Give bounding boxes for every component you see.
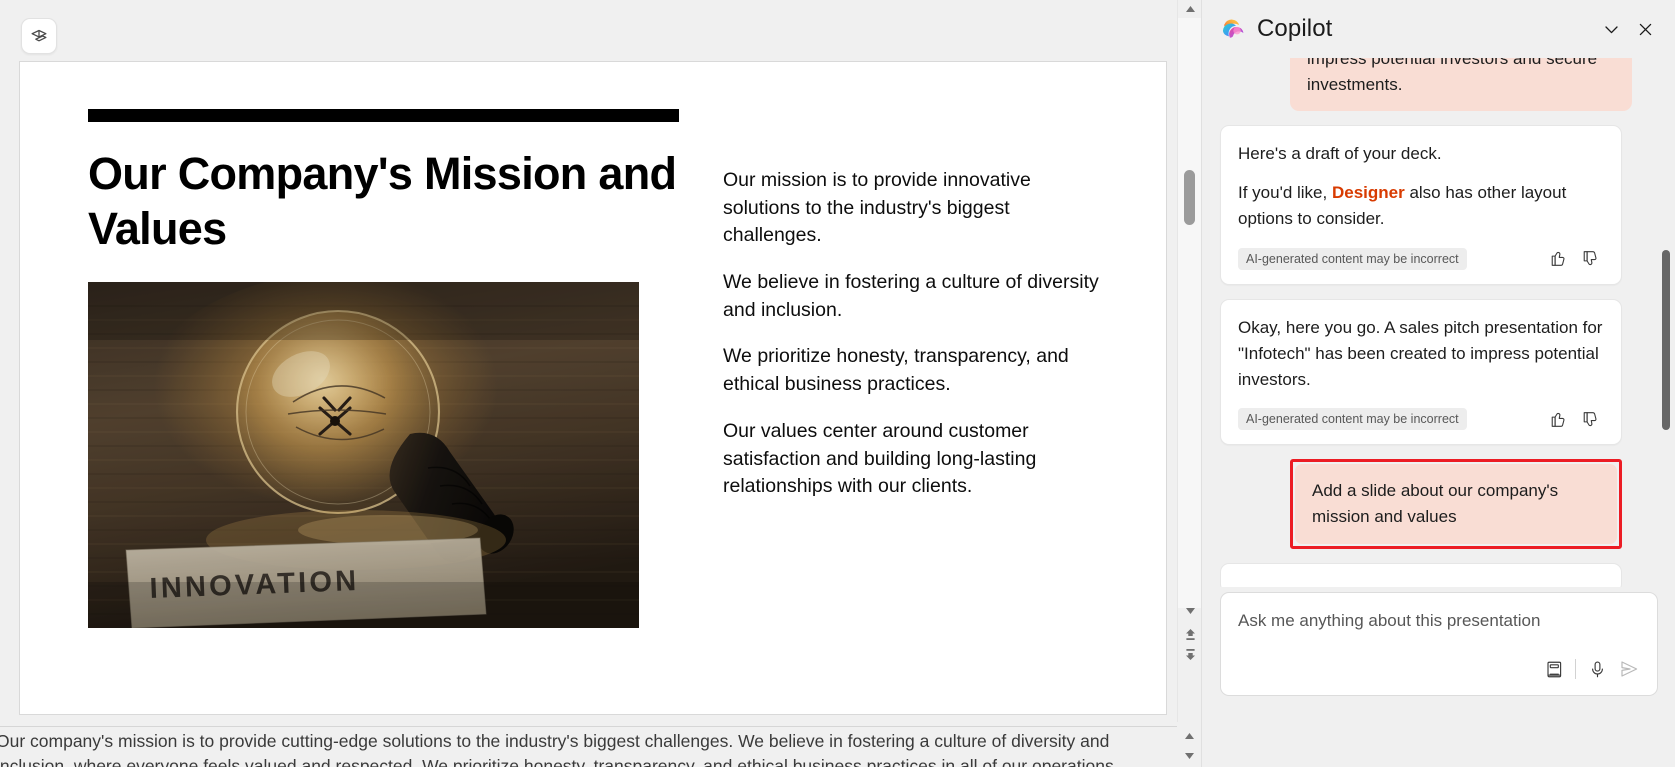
prompt-guide-button[interactable] bbox=[1538, 653, 1570, 685]
copilot-composer[interactable] bbox=[1220, 592, 1658, 696]
triangle-down-icon bbox=[1185, 608, 1195, 614]
speaker-notes-pane[interactable]: Our company's mission is to provide cutt… bbox=[0, 727, 1177, 767]
close-icon bbox=[1639, 23, 1651, 35]
chevron-down-icon bbox=[1604, 25, 1618, 33]
copilot-title: Copilot bbox=[1257, 15, 1333, 42]
slide-image[interactable]: INNOVATION bbox=[88, 282, 639, 628]
copilot-message-input[interactable] bbox=[1238, 611, 1638, 631]
ai-disclaimer-badge: AI-generated content may be incorrect bbox=[1238, 408, 1467, 431]
powerpoint-copilot-window: Our Company's Mission and Values INNOVAT… bbox=[0, 0, 1675, 767]
notes-scroll-up-button[interactable] bbox=[1177, 727, 1201, 745]
copilot-scrollbar-thumb[interactable] bbox=[1662, 250, 1670, 430]
assistant-message-footer: AI-generated content may be incorrect bbox=[1238, 245, 1604, 273]
copilot-close-button[interactable] bbox=[1628, 12, 1662, 46]
copilot-chat-list: for a tech startup called Infotech to im… bbox=[1202, 58, 1654, 587]
double-arrow-up-icon bbox=[1185, 628, 1195, 640]
assistant-paragraph: If you'd like, Designer also has other l… bbox=[1238, 180, 1604, 232]
copilot-header: Copilot bbox=[1202, 0, 1675, 58]
send-button[interactable] bbox=[1613, 653, 1645, 685]
slide-canvas[interactable]: Our Company's Mission and Values INNOVAT… bbox=[19, 61, 1167, 715]
copilot-collapse-button[interactable] bbox=[1594, 12, 1628, 46]
prompt-guide-book-icon bbox=[1546, 661, 1561, 677]
thumbs-down-icon bbox=[1583, 251, 1596, 266]
send-arrow-icon bbox=[1621, 661, 1638, 677]
scroll-up-button[interactable] bbox=[1178, 0, 1202, 18]
designer-brand-label[interactable]: Designer bbox=[1332, 183, 1405, 202]
microphone-button[interactable] bbox=[1581, 653, 1613, 685]
chat-message-assistant-partial bbox=[1220, 563, 1622, 587]
designer-ideas-icon bbox=[31, 29, 47, 42]
slide-paragraph: Our values center around customer satisf… bbox=[723, 419, 1037, 498]
thumbs-up-button[interactable] bbox=[1544, 245, 1572, 273]
designer-ideas-button[interactable] bbox=[21, 18, 57, 54]
thumbs-up-button[interactable] bbox=[1544, 405, 1572, 433]
title-accent-bar bbox=[88, 109, 679, 122]
slide-title[interactable]: Our Company's Mission and Values bbox=[88, 147, 688, 257]
slide-paragraph: We prioritize honesty, transparency, and… bbox=[723, 345, 1069, 396]
slide-scrollbar-track[interactable] bbox=[1178, 18, 1202, 608]
double-arrow-down-icon bbox=[1185, 648, 1195, 660]
chat-message-assistant: Okay, here you go. A sales pitch present… bbox=[1220, 298, 1622, 446]
assistant-message-footer: AI-generated content may be incorrect bbox=[1238, 405, 1604, 433]
speaker-notes-text[interactable]: Our company's mission is to provide cutt… bbox=[0, 729, 1177, 767]
notes-scroll-down-button[interactable] bbox=[1177, 747, 1201, 765]
previous-slide-button[interactable] bbox=[1178, 625, 1202, 643]
slide-scrollbar-thumb[interactable] bbox=[1184, 170, 1195, 225]
ai-disclaimer-badge: AI-generated content may be incorrect bbox=[1238, 247, 1467, 270]
copilot-logo-icon bbox=[1222, 19, 1244, 38]
triangle-up-icon bbox=[1184, 733, 1194, 739]
chat-message-user: Add a slide about our company's mission … bbox=[1295, 464, 1617, 545]
assistant-paragraph: Okay, here you go. A sales pitch present… bbox=[1238, 317, 1603, 389]
chat-message-user: for a tech startup called Infotech to im… bbox=[1290, 58, 1632, 112]
copilot-chat-scroll-area[interactable]: for a tech startup called Infotech to im… bbox=[1202, 58, 1675, 587]
assistant-text-before: If you'd like, bbox=[1238, 183, 1332, 203]
chat-message-assistant: Here's a draft of your deck. If you'd li… bbox=[1220, 125, 1622, 285]
slide-paragraph: Our mission is to provide innovative sol… bbox=[723, 169, 1031, 247]
annotation-highlight-box: Add a slide about our company's mission … bbox=[1290, 459, 1622, 550]
notes-scrollbar[interactable] bbox=[1177, 727, 1201, 767]
thumbs-down-button[interactable] bbox=[1576, 405, 1604, 433]
assistant-paragraph: Here's a draft of your deck. bbox=[1238, 144, 1442, 164]
thumbs-up-icon bbox=[1551, 252, 1564, 267]
innovation-lightbulb-photo: INNOVATION bbox=[88, 282, 639, 628]
copilot-scrollbar[interactable] bbox=[1659, 58, 1673, 587]
thumbs-up-icon bbox=[1551, 412, 1564, 427]
slide-scrollbar[interactable] bbox=[1177, 0, 1202, 722]
microphone-icon bbox=[1591, 660, 1603, 677]
composer-tools bbox=[1538, 653, 1645, 685]
triangle-up-icon bbox=[1185, 6, 1195, 12]
thumbs-down-icon bbox=[1583, 412, 1596, 427]
slide-body-text[interactable]: Our mission is to provide innovative sol… bbox=[723, 167, 1113, 501]
slide-paragraph: We believe in fostering a culture of div… bbox=[723, 271, 1099, 321]
slide-editor-pane: Our Company's Mission and Values INNOVAT… bbox=[0, 0, 1202, 767]
triangle-down-icon bbox=[1184, 753, 1194, 759]
thumbs-down-button[interactable] bbox=[1576, 245, 1604, 273]
composer-tool-divider bbox=[1575, 659, 1576, 679]
next-slide-button[interactable] bbox=[1178, 645, 1202, 663]
scroll-down-button[interactable] bbox=[1178, 602, 1202, 620]
copilot-panel: Copilot for a tech startup called Infote… bbox=[1201, 0, 1675, 767]
